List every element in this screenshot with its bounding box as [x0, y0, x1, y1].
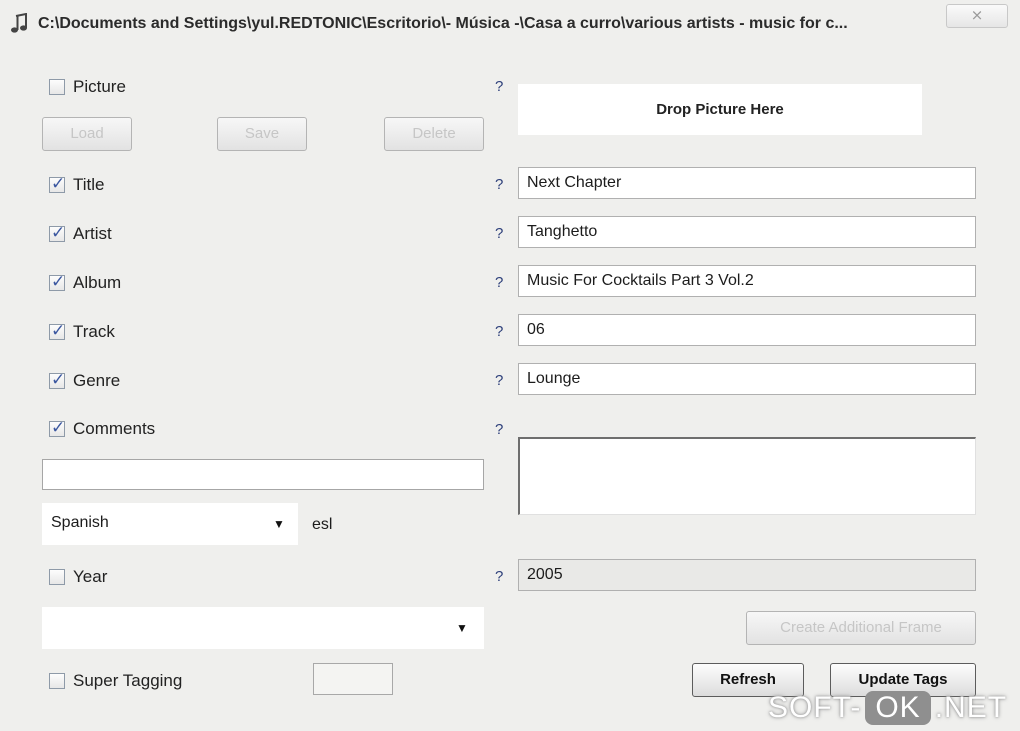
watermark-left: SOFT- [768, 691, 862, 724]
picture-label: Picture [73, 77, 126, 96]
year-checkbox[interactable] [49, 569, 65, 585]
super-tagging-row: Super Tagging [49, 670, 182, 692]
create-additional-frame-button[interactable]: Create Additional Frame [746, 611, 976, 645]
title-field[interactable]: Next Chapter [518, 167, 976, 199]
artist-field[interactable]: Tanghetto [518, 216, 976, 248]
album-help-icon[interactable]: ? [495, 274, 503, 291]
artist-help-icon[interactable]: ? [495, 225, 503, 242]
genre-checkbox[interactable] [49, 370, 65, 390]
album-checkbox[interactable] [49, 272, 65, 292]
picture-checkbox[interactable] [49, 79, 65, 95]
year-field[interactable]: 2005 [518, 559, 976, 591]
language-dropdown[interactable]: Spanish ▼ [42, 503, 298, 545]
delete-picture-button[interactable]: Delete [384, 117, 484, 151]
genre-help-icon[interactable]: ? [495, 372, 503, 389]
music-note-icon [11, 13, 27, 33]
artist-row: Artist [49, 223, 112, 245]
watermark: SOFT- OK .NET [768, 689, 1007, 727]
title-bar: C:\Documents and Settings\yul.REDTONIC\E… [0, 0, 1020, 50]
super-tagging-label: Super Tagging [73, 671, 183, 690]
album-label: Album [73, 273, 122, 292]
language-code: esl [312, 516, 333, 533]
genre-field[interactable]: Lounge [518, 363, 976, 395]
track-label: Track [73, 322, 115, 341]
genre-row: Genre [49, 370, 120, 392]
year-row: Year [49, 566, 107, 588]
track-help-icon[interactable]: ? [495, 323, 503, 340]
chevron-down-icon: ▼ [273, 517, 285, 531]
track-row: Track [49, 321, 115, 343]
close-button[interactable]: ⨯ [946, 4, 1008, 28]
year-label: Year [73, 567, 108, 586]
super-tagging-checkbox[interactable] [49, 673, 65, 689]
picture-help-icon[interactable]: ? [495, 78, 503, 95]
album-row: Album [49, 272, 121, 294]
genre-label: Genre [73, 371, 121, 390]
watermark-ok: OK [865, 691, 931, 725]
comment-description-input[interactable] [42, 459, 484, 490]
title-row: Title [49, 174, 105, 196]
title-checkbox[interactable] [49, 174, 65, 194]
album-field[interactable]: Music For Cocktails Part 3 Vol.2 [518, 265, 976, 297]
language-selected: Spanish [51, 514, 109, 531]
year-help-icon[interactable]: ? [495, 568, 503, 585]
title-label: Title [73, 175, 105, 194]
picture-drop-zone[interactable]: Drop Picture Here [518, 84, 922, 135]
title-help-icon[interactable]: ? [495, 176, 503, 193]
comments-label: Comments [73, 419, 156, 438]
track-field[interactable]: 06 [518, 314, 976, 346]
window-title: C:\Documents and Settings\yul.REDTONIC\E… [38, 15, 848, 32]
comments-checkbox[interactable] [49, 418, 65, 438]
watermark-right: .NET [934, 691, 1008, 724]
comments-textarea[interactable] [518, 437, 976, 515]
frame-dropdown[interactable]: ▼ [42, 607, 484, 649]
comments-help-icon[interactable]: ? [495, 421, 503, 438]
artist-checkbox[interactable] [49, 223, 65, 243]
super-tagging-input[interactable] [313, 663, 393, 695]
picture-row: Picture [49, 76, 126, 98]
load-picture-button[interactable]: Load [42, 117, 132, 151]
tag-editor-window: C:\Documents and Settings\yul.REDTONIC\E… [0, 0, 1020, 731]
comments-row: Comments [49, 418, 155, 440]
chevron-down-icon: ▼ [456, 621, 468, 635]
save-picture-button[interactable]: Save [217, 117, 307, 151]
track-checkbox[interactable] [49, 321, 65, 341]
artist-label: Artist [73, 224, 112, 243]
